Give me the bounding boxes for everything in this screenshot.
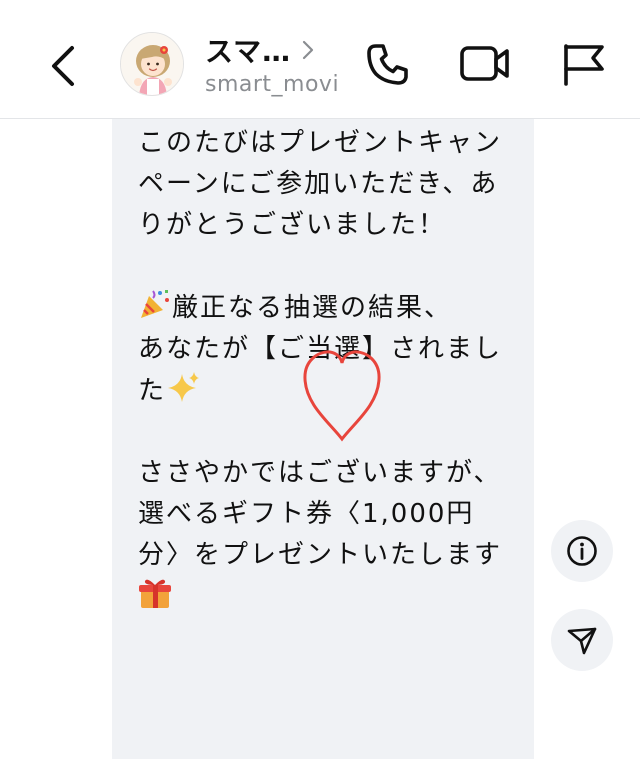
share-button[interactable] bbox=[551, 609, 613, 671]
gift-icon bbox=[139, 579, 171, 608]
party-popper-icon bbox=[141, 290, 169, 318]
message-paragraph: 厳正なる抽選の結果、 あなたが【ご当選】されました bbox=[138, 287, 516, 412]
avatar-illustration bbox=[121, 33, 183, 95]
message-paragraph: ささやかではございますが、 選べるギフト券〈1,000円分〉をプレゼントいたしま… bbox=[138, 453, 516, 618]
back-button[interactable] bbox=[44, 42, 84, 90]
contact-name: スマ… bbox=[205, 35, 292, 68]
video-call-button[interactable] bbox=[458, 38, 510, 90]
video-camera-icon bbox=[460, 46, 509, 81]
message-thread: このたびはプレゼントキャンペーンにご参加いただき、ありがとうございました！ 厳正… bbox=[0, 119, 640, 759]
flag-icon bbox=[564, 44, 604, 86]
chevron-right-icon bbox=[303, 40, 314, 60]
avatar[interactable] bbox=[120, 32, 184, 96]
message-line: 選べるギフト券〈1,000円分〉をプレゼントいたします bbox=[138, 499, 503, 570]
call-button[interactable] bbox=[362, 38, 414, 90]
info-icon bbox=[567, 536, 597, 566]
chevron-left-icon bbox=[52, 46, 74, 86]
sparkles-icon bbox=[168, 372, 200, 402]
message-line: ささやかではございますが、 bbox=[138, 458, 502, 488]
send-icon bbox=[567, 627, 597, 655]
message-bubble[interactable]: このたびはプレゼントキャンペーンにご参加いただき、ありがとうございました！ 厳正… bbox=[112, 119, 534, 759]
contact-handle: smart_movi bbox=[205, 72, 340, 97]
report-button[interactable] bbox=[558, 38, 610, 90]
chat-header: スマ… smart_movi bbox=[0, 0, 640, 119]
message-line: 厳正なる抽選の結果、 bbox=[172, 293, 453, 323]
message-paragraph: このたびはプレゼントキャンペーンにご参加いただき、ありがとうございました！ bbox=[138, 128, 503, 240]
message-info-button[interactable] bbox=[551, 520, 613, 582]
contact-name-link[interactable]: スマ… bbox=[205, 32, 315, 68]
phone-icon bbox=[367, 44, 408, 85]
